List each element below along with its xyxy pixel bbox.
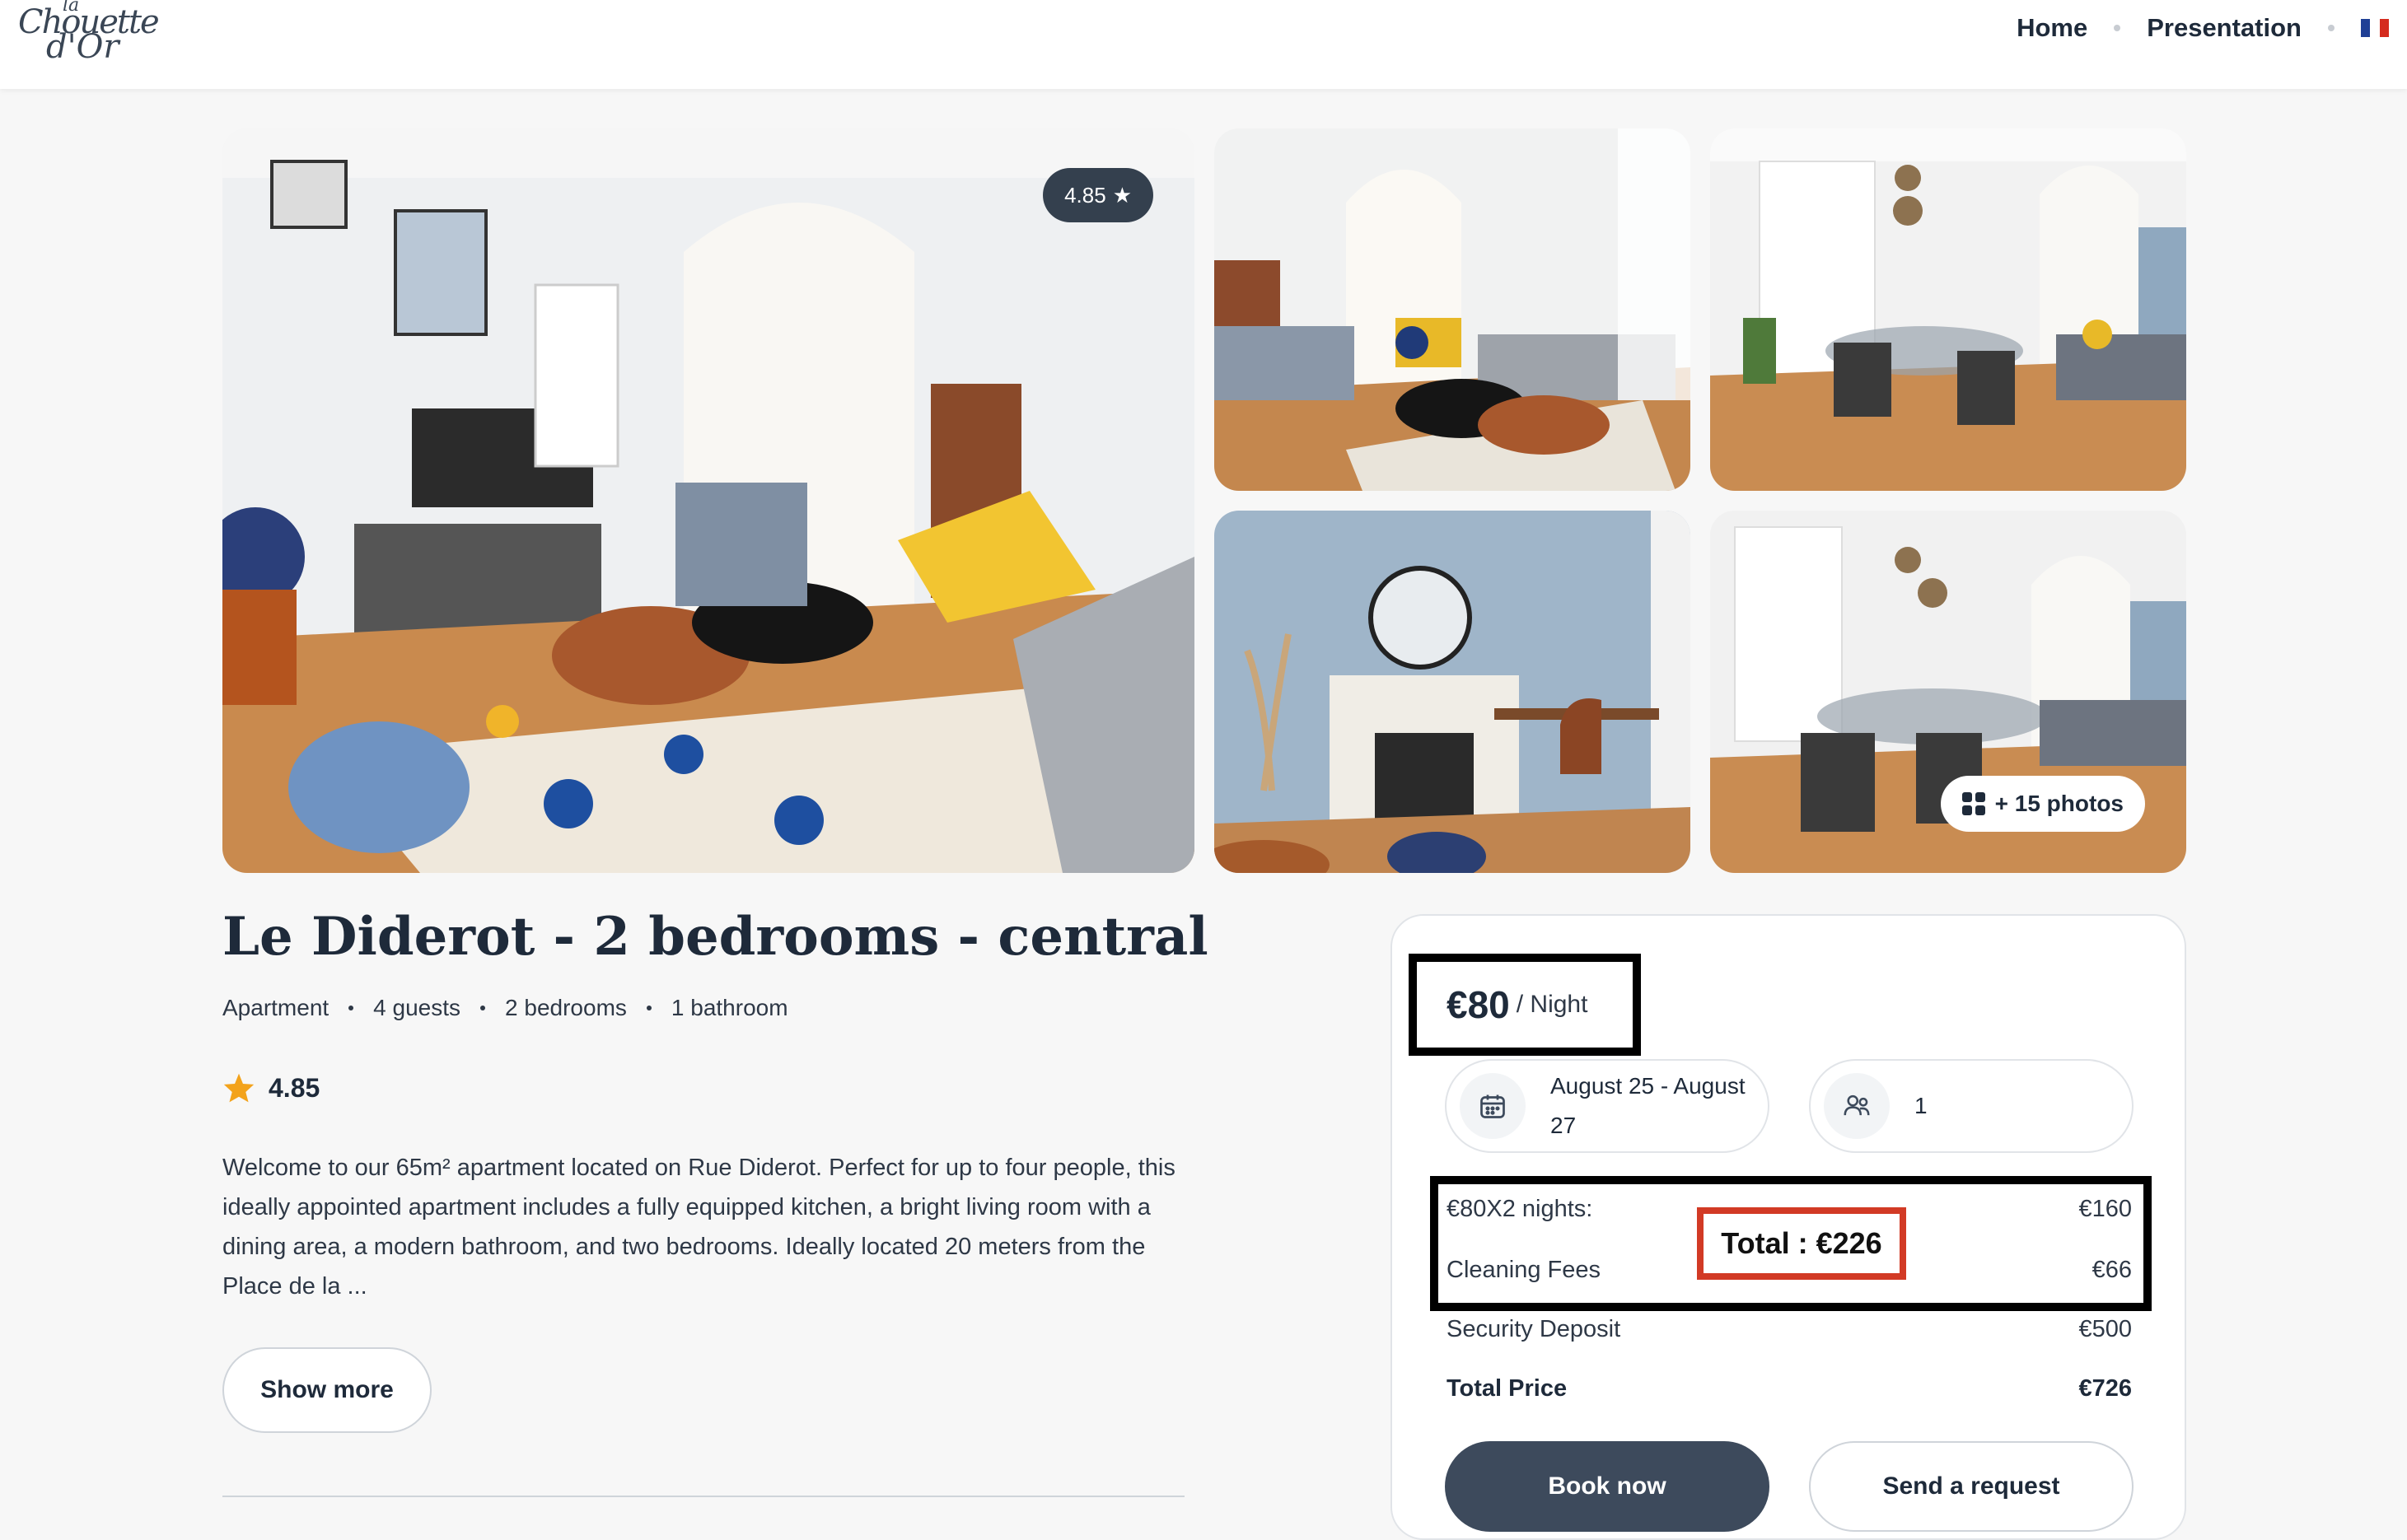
- bedroom-count: 2 bedrooms: [505, 995, 627, 1020]
- property-type: Apartment: [222, 995, 330, 1020]
- guest-count: 4 guests: [373, 995, 461, 1020]
- total-overlay-annotation: Total : €226: [1697, 1207, 1906, 1280]
- meta-separator: [646, 1006, 652, 1010]
- site-header: la Chouette d'Or Home Presentation: [0, 0, 2407, 89]
- main-photo[interactable]: 4.85 ★: [222, 128, 1194, 873]
- guests-value: 1: [1914, 1093, 1928, 1118]
- book-now-button[interactable]: Book now: [1445, 1441, 1769, 1532]
- gallery-photo-4[interactable]: + 15 photos: [1710, 511, 2186, 873]
- more-photos-button[interactable]: + 15 photos: [1940, 776, 2145, 832]
- price-per-night: €80 / Night: [1409, 954, 1641, 1056]
- send-request-button[interactable]: Send a request: [1809, 1441, 2134, 1532]
- listing-rating: 4.85: [222, 1072, 320, 1104]
- guests-icon: [1824, 1073, 1890, 1139]
- price-amount: €80: [1447, 983, 1510, 1026]
- guests-selector[interactable]: 1: [1809, 1059, 2134, 1153]
- nav-separator: [2328, 25, 2335, 31]
- show-more-button[interactable]: Show more: [222, 1347, 432, 1433]
- meta-separator: [480, 1006, 486, 1010]
- date-range-picker[interactable]: August 25 - August 27: [1445, 1059, 1769, 1153]
- main-nav: Home Presentation: [2017, 0, 2407, 56]
- total-price-line: Total Price €726: [1447, 1375, 2132, 1402]
- nav-separator: [2114, 25, 2121, 31]
- nav-presentation-link[interactable]: Presentation: [2147, 13, 2302, 43]
- section-divider: [222, 1496, 1185, 1497]
- meta-separator: [348, 1006, 354, 1010]
- listing-title: Le Diderot - 2 bedrooms - central: [222, 906, 1208, 968]
- star-icon: ★: [1112, 182, 1132, 208]
- listing-description: Welcome to our 65m² apartment located on…: [222, 1155, 1175, 1300]
- listing-meta: Apartment 4 guests 2 bedrooms 1 bathroom: [222, 995, 788, 1021]
- gallery-photo-1[interactable]: [1214, 128, 1690, 491]
- rating-badge: 4.85 ★: [1043, 168, 1153, 222]
- gallery-photo-2[interactable]: [1710, 128, 2186, 491]
- date-range-value: August 25 - August 27: [1550, 1073, 1746, 1138]
- star-icon: [223, 1073, 255, 1103]
- price-unit: / Night: [1516, 991, 1588, 1018]
- nav-home-link[interactable]: Home: [2017, 13, 2087, 43]
- french-flag-icon[interactable]: [2361, 19, 2389, 37]
- calendar-icon: [1460, 1073, 1526, 1139]
- security-deposit-line: Security Deposit €500: [1447, 1316, 2132, 1342]
- gallery-photo-3[interactable]: [1214, 511, 1690, 873]
- bathroom-count: 1 bathroom: [671, 995, 788, 1020]
- grid-icon: [1961, 792, 1985, 815]
- site-logo[interactable]: la Chouette d'Or: [15, 0, 160, 66]
